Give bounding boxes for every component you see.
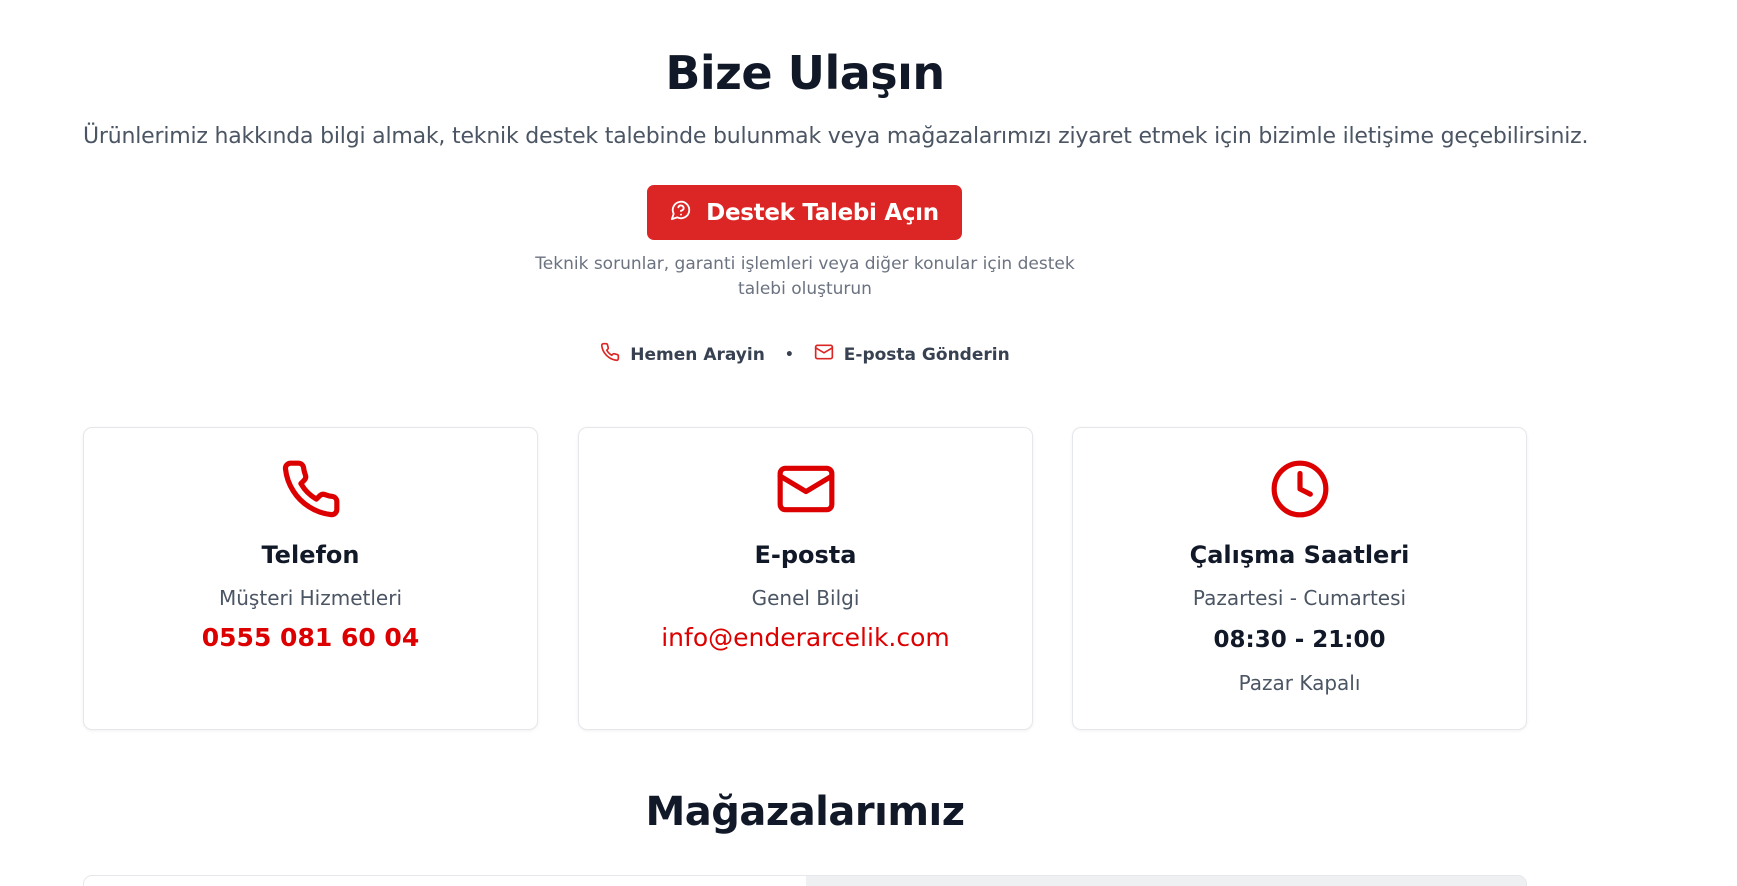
phone-icon [84,458,537,522]
email-card-subtitle: Genel Bilgi [751,586,860,610]
hours-card-days: Pazartesi - Cumartesi [1192,586,1407,610]
hours-card-note: Pazar Kapalı [1238,671,1361,695]
phone-number-link[interactable]: 0555 081 60 04 [84,623,537,652]
page-subtitle: Ürünlerimiz hakkında bilgi almak, teknik… [83,124,1589,149]
phone-card-subtitle: Müşteri Hizmetleri [219,586,402,610]
email-address-link[interactable]: info@enderarcelik.com [579,623,1032,652]
mail-icon [579,458,1032,522]
hours-card-title: Çalışma Saatleri [1189,541,1410,569]
page-title: Bize Ulaşın [665,46,945,100]
phone-icon [600,342,620,367]
call-now-label: Hemen Arayin [630,344,765,365]
contact-cards: Telefon Müşteri Hizmetleri 0555 081 60 0… [83,427,1527,730]
stores-title: Mağazalarımız [645,789,965,835]
separator-dot: • [784,346,794,363]
phone-card: Telefon Müşteri Hizmetleri 0555 081 60 0… [83,427,538,730]
hours-card-time: 08:30 - 21:00 [1213,627,1386,653]
store-map[interactable] [806,876,1526,886]
call-now-link[interactable]: Hemen Arayin [600,342,765,367]
send-email-label: E-posta Gönderin [843,344,1010,365]
email-card: E-posta Genel Bilgi info@enderarcelik.co… [578,427,1033,730]
quick-contact-links: Hemen Arayin • E-posta Gönderin [83,342,1527,367]
clock-icon [1073,458,1526,522]
send-email-link[interactable]: E-posta Gönderin [814,342,1010,367]
email-card-title: E-posta [754,541,857,569]
open-support-ticket-button[interactable]: Destek Talebi Açın [647,185,962,240]
open-support-ticket-label: Destek Talebi Açın [706,199,939,226]
stores-panel [83,875,1527,886]
support-note: Teknik sorunlar, garanti işlemleri veya … [535,254,1075,299]
phone-card-title: Telefon [261,541,360,569]
support-chat-icon [670,199,692,227]
mail-icon [814,342,834,367]
hours-card: Çalışma Saatleri Pazartesi - Cumartesi 0… [1072,427,1527,730]
